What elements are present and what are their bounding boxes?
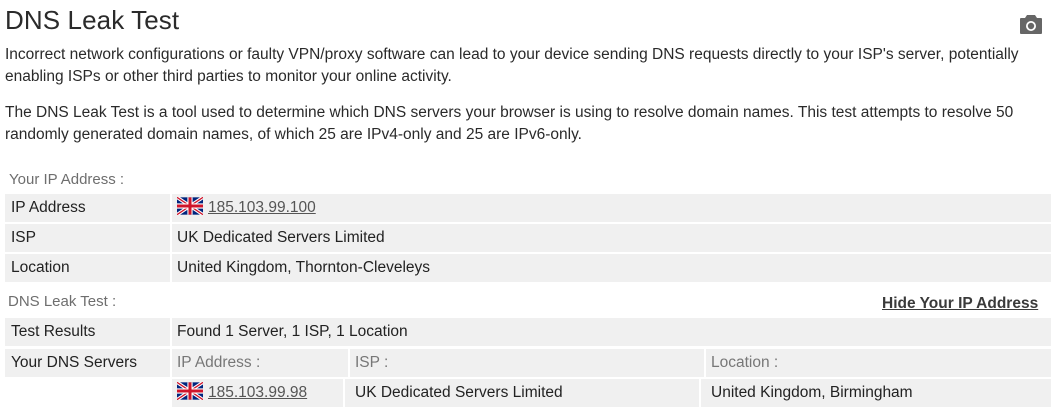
isp-key: ISP [11, 229, 36, 246]
test-results-value: Found 1 Server, 1 ISP, 1 Location [172, 318, 1051, 346]
location-row: Location United Kingdom, Thornton-Clevel… [5, 254, 1051, 282]
hide-ip-link[interactable]: Hide Your IP Address [882, 294, 1038, 314]
intro-paragraph-2: The DNS Leak Test is a tool used to dete… [5, 104, 1014, 143]
dns-col-isp-header: ISP : [355, 354, 389, 371]
dns-col-location-header: Location : [711, 354, 779, 371]
location-key: Location [11, 259, 70, 276]
test-results-row: Test Results Found 1 Server, 1 ISP, 1 Lo… [5, 318, 1051, 346]
dns-server-isp: UK Dedicated Servers Limited [355, 384, 563, 401]
ip-address-key: IP Address [11, 199, 86, 216]
page-title: DNS Leak Test [5, 5, 180, 35]
dns-servers-key: Your DNS Servers [11, 354, 138, 371]
dns-servers-header-row: Your DNS Servers IP Address : ISP : Loca… [5, 349, 1051, 377]
location-value: United Kingdom, Thornton-Cleveleys [172, 254, 1051, 282]
ip-section-label: Your IP Address : [9, 171, 125, 188]
dns-server-location: United Kingdom, Birmingham [711, 384, 913, 401]
uk-flag-icon [177, 197, 203, 216]
camera-icon[interactable] [1019, 13, 1043, 35]
intro-paragraph-1: Incorrect network configurations or faul… [5, 46, 1019, 85]
ip-address-link[interactable]: 185.103.99.100 [208, 199, 316, 216]
isp-value: UK Dedicated Servers Limited [172, 224, 1051, 252]
dns-server-ip-link[interactable]: 185.103.99.98 [208, 384, 307, 401]
dns-section-label: DNS Leak Test : [8, 293, 117, 310]
ip-address-row: IP Address 185.103.99.100 [5, 194, 1051, 222]
dns-col-ip-header: IP Address : [177, 354, 261, 371]
dns-server-row: 185.103.99.98 UK Dedicated Servers Limit… [172, 379, 1051, 407]
isp-row: ISP UK Dedicated Servers Limited [5, 224, 1051, 252]
test-results-key: Test Results [11, 323, 96, 340]
uk-flag-icon [177, 382, 203, 401]
